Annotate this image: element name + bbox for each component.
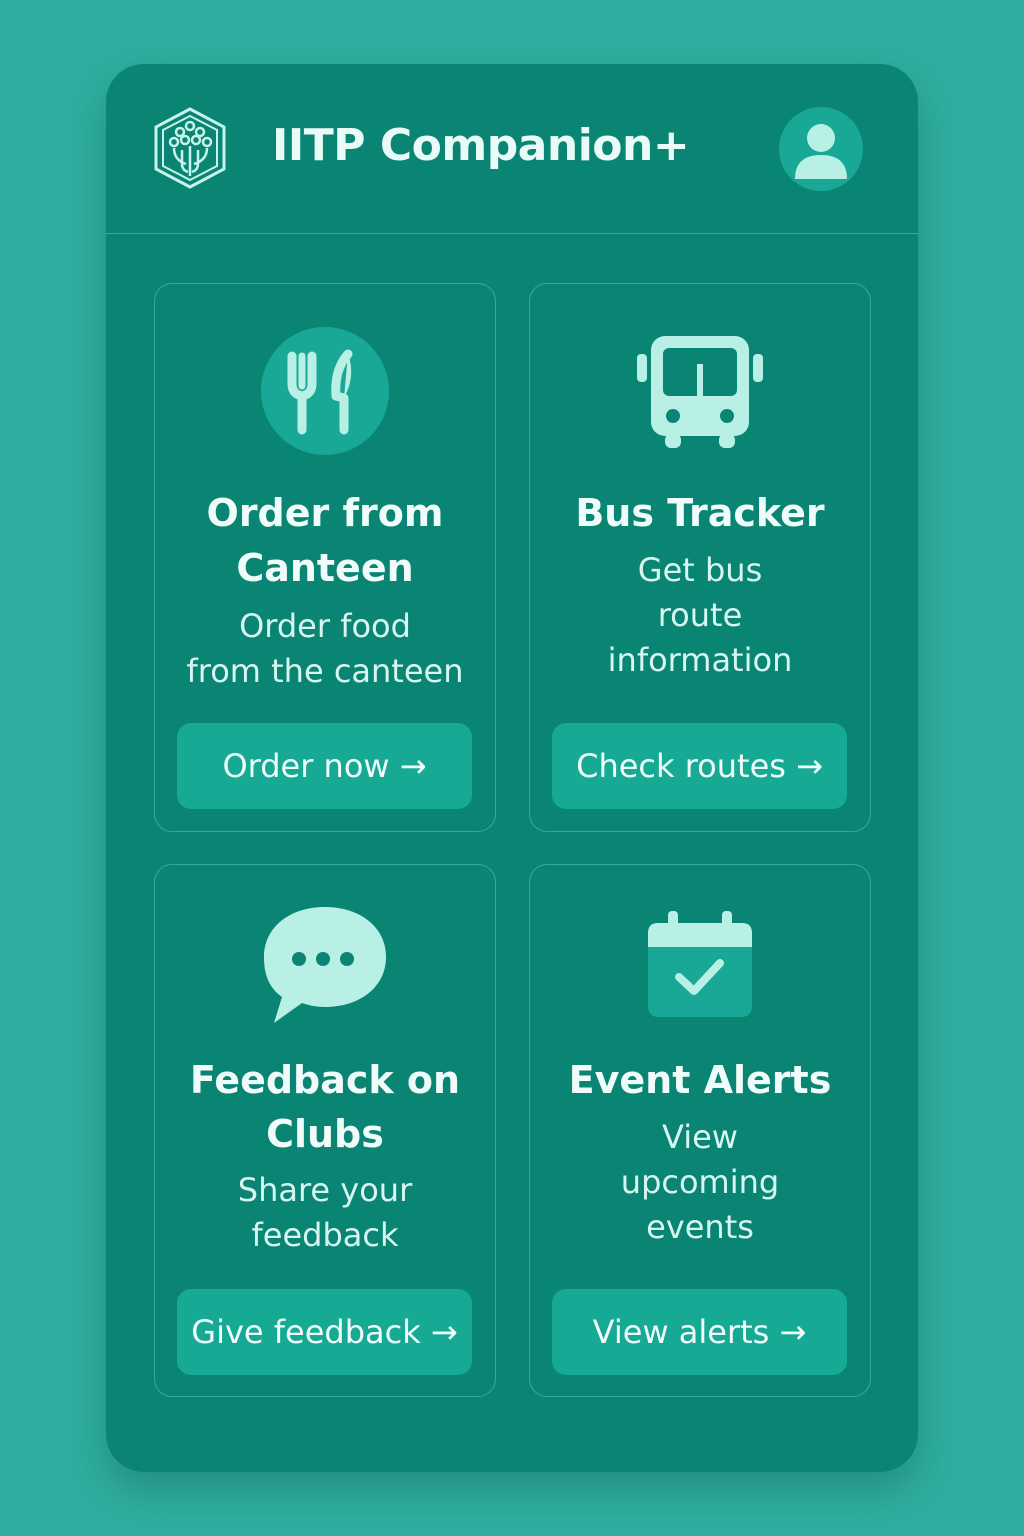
app-title: IITP Companion+ — [272, 120, 690, 171]
bus-tracker-card: Bus Tracker Get bus route information Ch… — [529, 283, 871, 832]
card-description: events — [646, 1208, 754, 1246]
card-description: Order food — [239, 607, 411, 645]
card-description: from the canteen — [186, 652, 464, 690]
card-title: Order from — [206, 491, 444, 535]
card-title: Event Alerts — [568, 1058, 832, 1102]
card-description: upcoming — [620, 1163, 780, 1201]
card-description: feedback — [251, 1216, 399, 1254]
give-feedback-button[interactable]: Give feedback → — [177, 1289, 472, 1375]
chat-bubble-icon — [260, 905, 390, 1029]
card-description: View — [662, 1118, 738, 1156]
app-logo-icon — [152, 106, 228, 190]
app-header: IITP Companion+ — [106, 64, 918, 234]
profile-avatar[interactable] — [779, 107, 863, 191]
check-routes-button[interactable]: Check routes → — [552, 723, 847, 809]
card-description: Get bus — [637, 551, 763, 589]
card-title: Feedback on — [189, 1058, 461, 1102]
canteen-card: Order from Canteen Order food from the c… — [154, 283, 496, 832]
fork-knife-icon — [260, 326, 390, 460]
user-icon — [795, 124, 847, 179]
card-description: information — [607, 641, 793, 679]
view-alerts-button[interactable]: View alerts → — [552, 1289, 847, 1375]
event-alerts-card: Event Alerts View upcoming events View a… — [529, 864, 871, 1397]
bus-icon — [635, 334, 765, 458]
card-title: Bus Tracker — [575, 491, 825, 535]
calendar-check-icon — [646, 911, 754, 1023]
club-feedback-card: Feedback on Clubs Share your feedback Gi… — [154, 864, 496, 1397]
card-description: route — [657, 596, 743, 634]
card-title: Clubs — [266, 1112, 384, 1156]
card-title: Canteen — [236, 546, 414, 590]
order-now-button[interactable]: Order now → — [177, 723, 472, 809]
app-panel: IITP Companion+ Order from Canteen Order… — [106, 64, 918, 1472]
card-description: Share your — [237, 1171, 413, 1209]
